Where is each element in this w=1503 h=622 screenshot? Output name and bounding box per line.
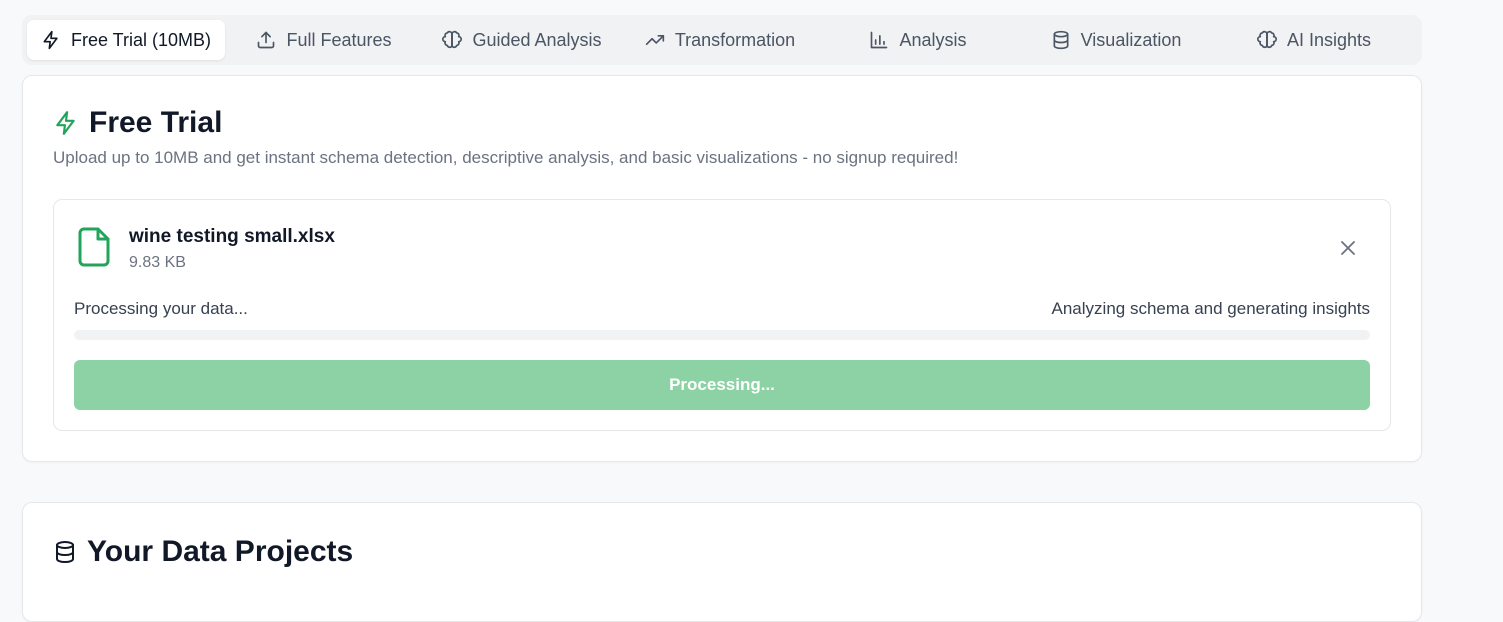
- free-trial-description: Upload up to 10MB and get instant schema…: [53, 148, 959, 167]
- tab-free-trial[interactable]: Free Trial (10MB): [27, 20, 225, 60]
- processing-status: Processing your data...: [74, 299, 248, 318]
- lightning-icon: [43, 30, 58, 50]
- card-title-text: Your Data Projects: [87, 535, 354, 568]
- tab-visualization[interactable]: Visualization: [1017, 20, 1215, 60]
- tab-ai-insights[interactable]: AI Insights: [1215, 20, 1413, 60]
- uploaded-file-panel: wine testing small.xlsx 9.83 KB Processi…: [53, 199, 1391, 431]
- tab-label: Transformation: [674, 29, 796, 50]
- tab-full-features[interactable]: Full Features: [225, 20, 423, 60]
- file-name: wine testing small.xlsx: [129, 226, 335, 247]
- processing-detail: Analyzing schema and generating insights: [1051, 299, 1370, 318]
- tab-analysis[interactable]: Analysis: [819, 20, 1017, 60]
- close-icon: [1341, 241, 1355, 255]
- brain-icon: [1256, 30, 1277, 49]
- processing-button[interactable]: Processing...: [74, 360, 1370, 410]
- tab-label: Guided Analysis: [472, 29, 602, 50]
- tab-guided-analysis[interactable]: Guided Analysis: [423, 20, 621, 60]
- file-size: 9.83 KB: [129, 254, 186, 271]
- lightning-icon: [56, 111, 75, 135]
- tab-bar: Free Trial (10MB) Full Features Guided A…: [22, 15, 1422, 65]
- tab-transformation[interactable]: Transformation: [621, 20, 819, 60]
- tab-label: AI Insights: [1286, 29, 1372, 50]
- progress-bar: [74, 330, 1370, 340]
- database-icon: [1053, 30, 1069, 50]
- card-title-text: Free Trial: [89, 106, 223, 139]
- tab-label: Free Trial (10MB): [70, 29, 212, 50]
- tab-label: Full Features: [286, 29, 392, 50]
- file-icon: [78, 227, 110, 267]
- free-trial-card: Free Trial Upload up to 10MB and get ins…: [22, 75, 1422, 462]
- brain-icon: [442, 30, 463, 49]
- free-trial-title: Free Trial: [53, 106, 222, 140]
- remove-file-button[interactable]: [1336, 236, 1360, 260]
- trending-up-icon: [645, 35, 664, 46]
- bar-chart-icon: [871, 31, 888, 49]
- tab-label: Analysis: [899, 29, 967, 50]
- tab-label: Visualization: [1080, 29, 1182, 50]
- data-projects-card: Your Data Projects: [22, 502, 1422, 622]
- data-projects-title: Your Data Projects: [53, 535, 353, 569]
- upload-icon: [258, 31, 275, 49]
- database-icon: [56, 541, 74, 563]
